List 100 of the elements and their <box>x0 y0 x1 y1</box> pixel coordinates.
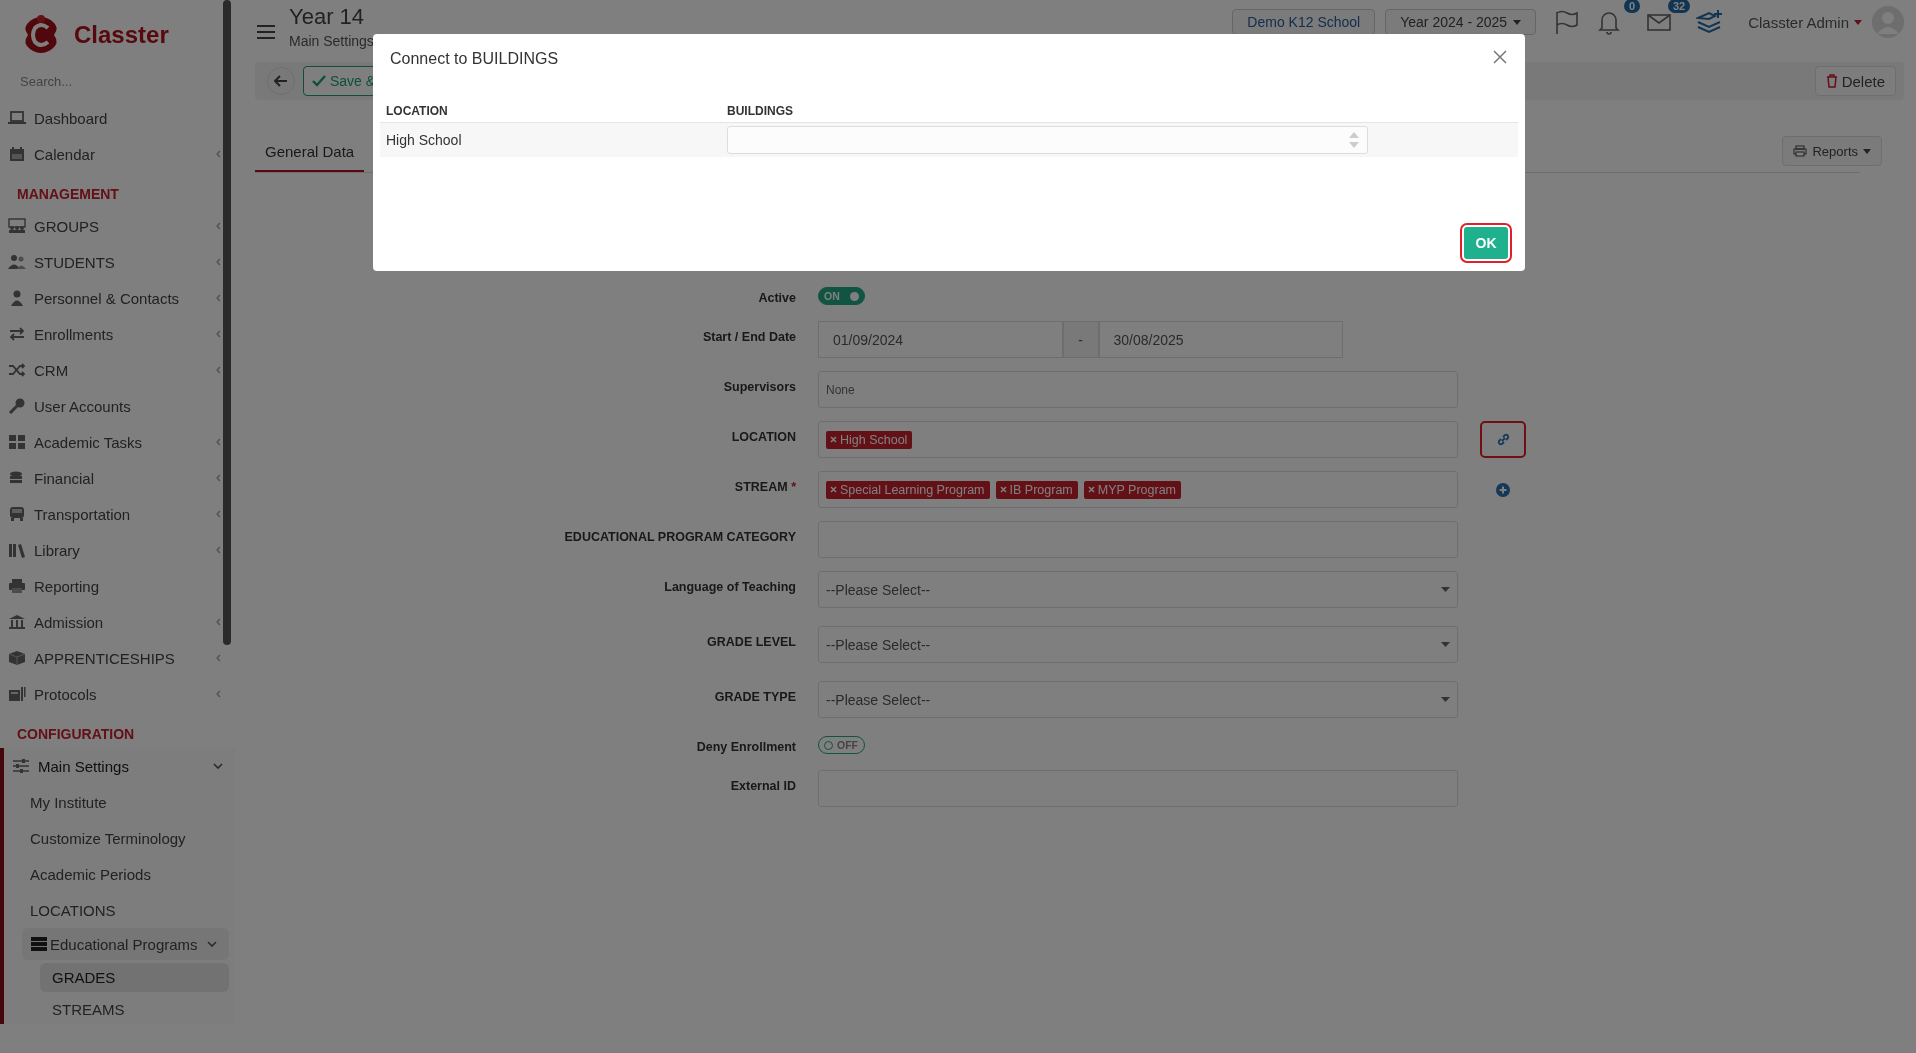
section-heading: MANAGEMENT <box>16 185 120 204</box>
calculator-icon <box>8 686 26 702</box>
field-label: Supervisors <box>722 379 796 396</box>
link-button[interactable] <box>1480 421 1526 458</box>
menu-item[interactable]: Admission <box>0 604 235 640</box>
menu-item[interactable]: Reporting <box>0 568 235 604</box>
menu-item[interactable]: GRADES <box>40 963 229 992</box>
date-field[interactable]: 01/09/2024 <box>818 321 1063 358</box>
menu-item[interactable]: CRM <box>0 352 235 388</box>
scrollbar[interactable] <box>223 0 231 645</box>
key-icon <box>8 398 26 414</box>
tag[interactable]: High School <box>826 430 913 449</box>
message-badge: 32 <box>1667 0 1691 13</box>
caret-icon <box>1441 587 1450 592</box>
back-arrow-icon <box>274 75 288 87</box>
field-label: EDUCATIONAL PROGRAM CATEGORY <box>563 529 796 546</box>
layers-plus-icon[interactable] <box>1696 9 1725 35</box>
tab[interactable]: General Data <box>255 143 365 172</box>
text-field[interactable]: None <box>818 371 1458 408</box>
tag-field[interactable]: Special Learning Program IB Program MYP Program <box>818 471 1458 508</box>
bus-icon <box>8 506 26 522</box>
check-icon <box>312 75 326 87</box>
field-label: STREAM * <box>733 479 796 496</box>
person-icon <box>8 290 26 306</box>
select-field[interactable]: --Please Select-- <box>818 626 1458 663</box>
select-field[interactable]: --Please Select-- <box>818 571 1458 608</box>
dialog-title: Connect to BUILDINGS <box>389 50 559 68</box>
people-icon <box>8 254 26 270</box>
plus-circle-icon <box>1496 482 1510 497</box>
remove-icon[interactable] <box>830 436 837 443</box>
menu-item[interactable]: Enrollments <box>0 316 235 352</box>
menu-item[interactable]: Dashboard <box>0 100 235 136</box>
caret-icon <box>1513 19 1522 25</box>
shuffle-icon <box>8 362 26 378</box>
buildings-field[interactable] <box>727 126 1368 154</box>
menu-item[interactable]: Customize Terminology <box>4 820 235 856</box>
field-label: External ID <box>729 778 796 795</box>
tag[interactable]: MYP Program <box>1083 480 1181 499</box>
menu-icon[interactable] <box>257 25 275 39</box>
menu-item[interactable]: Library <box>0 532 235 568</box>
flag-icon[interactable] <box>1554 9 1581 35</box>
date-field[interactable]: 30/08/2025 <box>1098 321 1343 358</box>
page-title: Year 14 <box>289 4 366 30</box>
group-icon <box>8 218 26 234</box>
menu-item[interactable]: Calendar <box>0 136 235 172</box>
menu-item[interactable]: APPRENTICESHIPS <box>0 640 235 676</box>
select-field[interactable]: --Please Select-- <box>818 681 1458 718</box>
bell-icon[interactable] <box>1596 9 1623 35</box>
menu-item[interactable]: Academic Tasks <box>0 424 235 460</box>
printer-icon <box>1793 145 1808 157</box>
close-icon[interactable] <box>1493 50 1507 64</box>
menu-item[interactable]: Educational Programs <box>22 928 229 960</box>
arrows-icon <box>8 326 26 342</box>
notification-badge: 0 <box>1624 0 1641 13</box>
toggle-switch[interactable]: OFF <box>818 736 865 754</box>
caret-icon <box>1863 148 1871 154</box>
menu-item[interactable]: Personnel & Contacts <box>0 280 235 316</box>
box-icon <box>8 650 26 666</box>
reports-button[interactable]: Reports <box>1782 136 1882 166</box>
tag[interactable]: IB Program <box>995 480 1078 499</box>
remove-icon[interactable] <box>830 486 837 493</box>
year-dropdown[interactable]: Year 2024 - 2025 <box>1385 9 1537 35</box>
menu-item[interactable]: Protocols <box>0 676 235 712</box>
link-icon <box>1495 432 1511 447</box>
books-icon <box>8 542 26 558</box>
column-header: LOCATION <box>386 104 449 118</box>
school-button[interactable]: Demo K12 School <box>1232 9 1376 35</box>
menu-item[interactable]: Transportation <box>0 496 235 532</box>
calendar-icon <box>8 146 26 162</box>
laptop-icon <box>8 110 26 126</box>
menu-item[interactable]: STUDENTS <box>0 244 235 280</box>
user-menu[interactable]: Classter Admin <box>1748 13 1862 31</box>
sliders-icon <box>12 758 30 774</box>
server-icon <box>30 936 48 952</box>
tag[interactable]: Special Learning Program <box>826 480 990 499</box>
tag-field[interactable]: High School <box>818 421 1458 458</box>
delete-button[interactable]: Delete <box>1814 66 1896 96</box>
toggle-switch[interactable]: ON <box>818 287 865 305</box>
caret-icon <box>1441 697 1450 702</box>
field-label: Language of Teaching <box>663 579 796 596</box>
menu-item[interactable]: Financial <box>0 460 235 496</box>
menu-item[interactable]: STREAMS <box>40 995 229 1024</box>
printer-icon <box>8 578 26 594</box>
logo-text: Classter <box>74 21 169 49</box>
menu-item[interactable]: LOCATIONS <box>4 892 235 928</box>
building-icon <box>8 614 26 630</box>
menu-item[interactable]: Academic Periods <box>4 856 235 892</box>
menu-item[interactable]: My Institute <box>4 784 235 820</box>
back-button[interactable] <box>267 67 295 95</box>
menu-item[interactable]: GROUPS <box>0 208 235 244</box>
menu-item[interactable]: Main Settings <box>4 748 235 784</box>
range-separator: - <box>1062 321 1099 358</box>
page-subtitle: Main Settings <box>289 33 374 49</box>
remove-icon[interactable] <box>999 486 1007 493</box>
field-label: Active <box>757 290 796 305</box>
field-label: LOCATION <box>730 429 796 446</box>
table-cell-text: High School <box>386 132 463 148</box>
trash-icon <box>1825 74 1838 88</box>
remove-icon[interactable] <box>1087 486 1095 493</box>
menu-item[interactable]: User Accounts <box>0 388 235 424</box>
